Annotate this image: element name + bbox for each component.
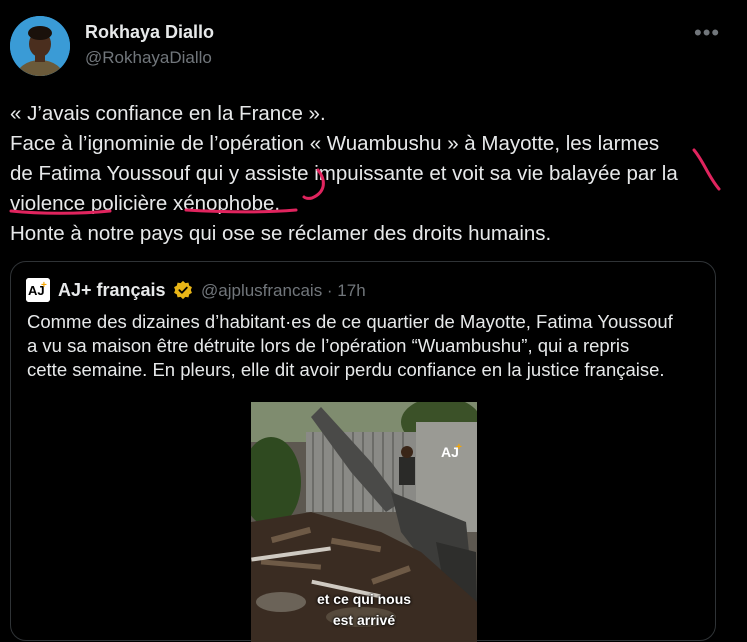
aj-logo-icon[interactable]: AJ + <box>26 278 50 302</box>
quoted-line: cette semaine. En pleurs, elle dit avoir… <box>27 359 665 380</box>
verified-badge-icon <box>174 280 192 300</box>
svg-text:+: + <box>456 442 462 453</box>
quoted-line: Comme des dizaines d’habitant·es de ce q… <box>27 311 673 332</box>
tweet-line: « J’avais confiance en la France ». <box>10 102 326 125</box>
author-photo <box>10 16 70 76</box>
aj-watermark-icon: AJ + <box>441 442 462 460</box>
video-caption: est arrivé <box>332 612 396 628</box>
more-icon[interactable]: ••• <box>694 20 720 46</box>
tweet-text: « J’avais confiance en la France ». Face… <box>10 99 730 249</box>
author-name[interactable]: Rokhaya Diallo <box>85 22 214 43</box>
quoted-line: a vu sa maison être détruite lors de l’o… <box>27 335 630 356</box>
quoted-tweet[interactable]: AJ + AJ+ français @ajplusfrancais · 17h … <box>10 261 716 642</box>
tweet-line: de Fatima Youssouf qui y assiste impuiss… <box>10 162 678 185</box>
author-handle[interactable]: @RokhayaDiallo <box>85 48 212 68</box>
quoted-author-name[interactable]: AJ+ français <box>58 280 166 301</box>
quoted-text: Comme des dizaines d’habitant·es de ce q… <box>27 310 707 382</box>
tweet-line: violence policière xénophobe. <box>10 192 281 215</box>
tweet-line: Face à l’ignominie de l’opération « Wuam… <box>10 132 660 155</box>
quoted-handle-time[interactable]: @ajplusfrancais · 17h <box>201 281 366 301</box>
author-avatar[interactable] <box>10 16 70 76</box>
svg-text:+: + <box>41 280 47 291</box>
aj-logo-icon: AJ + <box>26 278 50 302</box>
video-thumbnail[interactable]: AJ + et ce qui nous est arrivé <box>251 402 477 642</box>
video-caption: et ce qui nous <box>316 591 412 607</box>
tweet-line: Honte à notre pays qui ose se réclamer d… <box>10 222 552 245</box>
